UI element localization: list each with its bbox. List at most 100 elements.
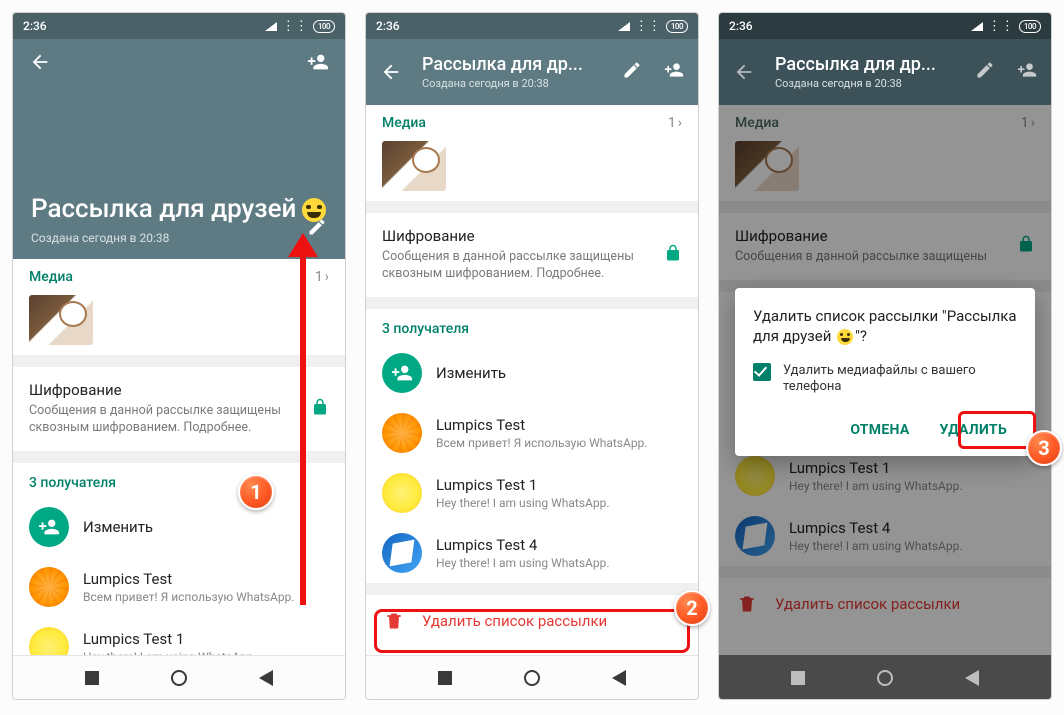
status-time: 2:36 xyxy=(23,19,47,33)
info-body: Медиа 1› Шифрование Сообщения в данной р… xyxy=(719,105,1051,655)
chevron-right-icon: › xyxy=(678,115,682,131)
recipient-name: Lumpics Test 4 xyxy=(436,536,610,554)
dialog-title: Удалить список рассылки "Рассылка для др… xyxy=(753,306,1017,347)
recipient-name: Lumpics Test xyxy=(83,570,294,588)
status-indicators: ⋮⋮ 100 xyxy=(971,19,1041,34)
dialog-cancel-button[interactable]: ОТМЕНА xyxy=(840,414,919,446)
signal-icon xyxy=(618,22,630,31)
recipient-status: Hey there! I am using WhatsApp. xyxy=(83,650,257,655)
wifi-icon: ⋮⋮ xyxy=(635,19,661,34)
nav-back-icon[interactable] xyxy=(612,670,626,686)
broadcast-title-trunc: Рассылка для др... xyxy=(422,54,602,75)
battery-icon: 100 xyxy=(1019,20,1041,33)
encryption-block[interactable]: Шифрование Сообщения в данной рассылке з… xyxy=(13,367,345,451)
avatar xyxy=(29,627,69,655)
recipient-status: Hey there! I am using WhatsApp. xyxy=(436,556,610,570)
nav-recents-icon[interactable] xyxy=(438,671,452,685)
edit-recipients-row[interactable]: Изменить xyxy=(366,343,698,403)
edit-icon xyxy=(382,353,422,393)
lock-icon xyxy=(311,398,329,420)
status-bar: 2:36 ⋮⋮ 100 xyxy=(13,13,345,39)
nav-back-icon[interactable] xyxy=(259,670,273,686)
nav-recents-icon[interactable] xyxy=(791,671,805,685)
android-navbar xyxy=(13,655,345,699)
status-bar: 2:36 ⋮⋮ 100 xyxy=(719,13,1051,39)
section-divider xyxy=(13,355,345,367)
recipient-row[interactable]: Lumpics Test 1 Hey there! I am using Wha… xyxy=(13,617,345,655)
delete-confirm-dialog: Удалить список рассылки "Рассылка для др… xyxy=(735,288,1035,456)
encryption-title: Шифрование xyxy=(382,227,682,245)
recipient-row[interactable]: Lumpics Test 1 Hey there! I am using Wha… xyxy=(366,463,698,523)
nav-recents-icon[interactable] xyxy=(85,671,99,685)
edit-title-button[interactable] xyxy=(622,60,642,84)
status-indicators: ⋮⋮ 100 xyxy=(265,19,335,34)
signal-icon xyxy=(971,22,983,31)
edit-title-button xyxy=(975,60,995,84)
avatar xyxy=(29,567,69,607)
add-recipient-button xyxy=(1017,60,1037,84)
broadcast-title-trunc: Рассылка для др... xyxy=(775,54,955,75)
tutorial-badge-2: 2 xyxy=(674,590,710,626)
recipient-status: Всем привет! Я использую WhatsApp. xyxy=(436,436,647,450)
media-count: 1 xyxy=(315,269,323,285)
grin-emoji-icon xyxy=(837,329,853,345)
status-time: 2:36 xyxy=(376,19,400,33)
encryption-block[interactable]: Шифрование Сообщения в данной рассылке з… xyxy=(366,213,698,297)
edit-recipients-row[interactable]: Изменить xyxy=(13,497,345,557)
broadcast-info-header: Рассылка для друзей Создана сегодня в 20… xyxy=(13,39,345,259)
battery-icon: 100 xyxy=(666,20,688,33)
tutorial-arrow-up-icon xyxy=(300,255,306,605)
nav-home-icon[interactable] xyxy=(524,670,540,686)
tutorial-badge-3: 3 xyxy=(1026,430,1062,466)
wifi-icon: ⋮⋮ xyxy=(988,19,1014,34)
recipient-row[interactable]: Lumpics Test 4 Hey there! I am using Wha… xyxy=(366,523,698,583)
created-label: Создана сегодня в 20:38 xyxy=(31,231,327,245)
delete-broadcast-row[interactable]: Удалить список рассылки xyxy=(366,595,698,647)
avatar xyxy=(382,533,422,573)
media-label: Медиа xyxy=(382,115,426,131)
recipient-name: Lumpics Test 1 xyxy=(436,476,610,494)
nav-back-icon[interactable] xyxy=(965,670,979,686)
android-navbar xyxy=(366,655,698,699)
media-section-header[interactable]: Медиа 1› xyxy=(366,105,698,141)
recipient-name: Lumpics Test xyxy=(436,416,647,434)
tutorial-badge-1: 1 xyxy=(238,474,274,510)
recipient-row[interactable]: Lumpics Test Всем привет! Я использую Wh… xyxy=(13,557,345,617)
recipient-status: Всем привет! Я использую WhatsApp. xyxy=(83,590,294,604)
chevron-right-icon: › xyxy=(325,269,329,285)
wifi-icon: ⋮⋮ xyxy=(282,19,308,34)
status-indicators: ⋮⋮ 100 xyxy=(618,19,688,34)
media-thumbnail[interactable] xyxy=(382,141,446,191)
status-time: 2:36 xyxy=(729,19,753,33)
edit-recipients-label: Изменить xyxy=(83,518,153,536)
back-button[interactable] xyxy=(733,61,755,83)
add-recipient-button[interactable] xyxy=(307,51,329,73)
phone-panel-3: 2:36 ⋮⋮ 100 Рассылка для др... Создана с… xyxy=(718,12,1052,700)
section-divider xyxy=(366,583,698,595)
dialog-confirm-button[interactable]: УДАЛИТЬ xyxy=(930,414,1017,446)
add-recipient-button[interactable] xyxy=(664,60,684,84)
nav-home-icon[interactable] xyxy=(171,670,187,686)
recipient-name: Lumpics Test 1 xyxy=(83,630,257,648)
recipient-row[interactable]: Lumpics Test Всем привет! Я использую Wh… xyxy=(366,403,698,463)
back-button[interactable] xyxy=(29,51,51,73)
delete-broadcast-label: Удалить список рассылки xyxy=(422,612,607,630)
created-label: Создана сегодня в 20:38 xyxy=(422,77,602,90)
nav-home-icon[interactable] xyxy=(877,670,893,686)
media-label: Медиа xyxy=(29,269,73,285)
lock-icon xyxy=(664,244,682,266)
signal-icon xyxy=(265,22,277,31)
info-body: Медиа 1› Шифрование Сообщения в данной р… xyxy=(366,105,698,655)
encryption-text: Сообщения в данной рассылке защищены скв… xyxy=(382,249,682,283)
android-navbar xyxy=(719,655,1051,699)
media-section-header[interactable]: Медиа 1› xyxy=(13,259,345,295)
broadcast-info-header: Рассылка для др... Создана сегодня в 20:… xyxy=(366,39,698,105)
phone-panel-1: 2:36 ⋮⋮ 100 Рассылка для друзей Создана … xyxy=(12,12,346,700)
media-thumbnail[interactable] xyxy=(29,295,93,345)
encryption-text: Сообщения в данной рассылке защищены скв… xyxy=(29,403,329,437)
back-button[interactable] xyxy=(380,61,402,83)
broadcast-title: Рассылка для друзей xyxy=(31,195,327,225)
delete-media-checkbox[interactable] xyxy=(753,363,771,381)
edit-icon xyxy=(29,507,69,547)
status-bar: 2:36 ⋮⋮ 100 xyxy=(366,13,698,39)
